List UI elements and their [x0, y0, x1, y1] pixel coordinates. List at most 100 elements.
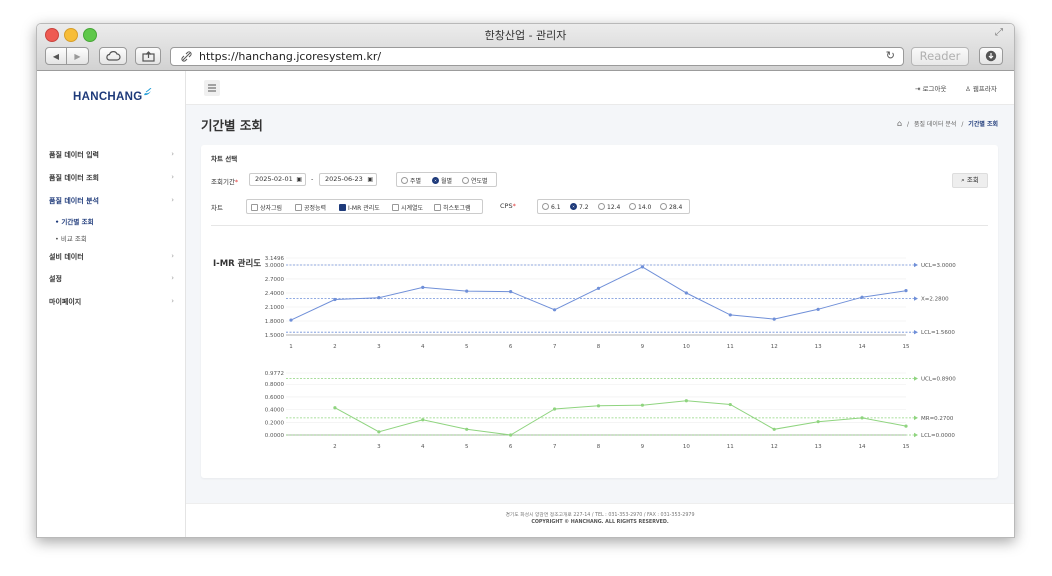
x-tick-label: 4 — [421, 444, 425, 450]
menu-toggle-button[interactable] — [204, 80, 220, 96]
data-point — [289, 318, 293, 322]
x-tick-label: 7 — [553, 444, 557, 450]
x-tick-label: 3 — [377, 344, 381, 350]
footer-address: 경기도 화성시 양감면 정조고개로 227-14 / TEL : 031-353… — [505, 513, 695, 518]
fullscreen-icon[interactable]: ⤢ — [995, 27, 1003, 38]
cps-option-7-2[interactable]: 7.2 — [570, 203, 589, 211]
y-tick-label: 0.4000 — [265, 408, 285, 414]
data-point — [772, 427, 776, 431]
sidebar-subitem-period[interactable]: • 기간별 조회 — [55, 216, 94, 226]
x-tick-label: 15 — [903, 344, 910, 350]
icloud-button[interactable] — [99, 47, 127, 65]
sidebar-item-label: 설비 데이터 — [49, 253, 84, 261]
sidebar-item-quality-view[interactable]: 품질 데이터 조회 › — [49, 173, 174, 183]
cps-option-6-1[interactable]: 6.1 — [542, 203, 561, 211]
data-point — [684, 399, 688, 403]
chart-option-timeseries[interactable]: 시계열도 — [392, 203, 423, 212]
reload-icon[interactable]: ↻ — [886, 49, 895, 62]
share-button[interactable] — [135, 47, 161, 65]
checkbox-icon — [392, 204, 399, 211]
sidebar-item-quality-input[interactable]: 품질 데이터 입력 › — [49, 150, 174, 160]
sidebar: HANCHANG 품질 데이터 입력 › 품질 데이터 조회 › 품질 데이터 분석… — [37, 71, 186, 537]
y-tick-label: 2.4000 — [265, 291, 285, 297]
chart-type-group: 상자그림 공정능력 I-MR 관리도 시계열도 히스토그램 — [246, 199, 483, 214]
data-point — [552, 308, 557, 312]
control-limit-label: X=2.2800 — [921, 297, 949, 303]
data-point — [596, 404, 601, 408]
browser-window: 한창산업 - 관리자 ⤢ ◀ ▶ https://hanchang.jcores… — [36, 23, 1015, 538]
user-menu[interactable]: ♙ 웹프라자 — [965, 83, 997, 93]
forward-button[interactable]: ▶ — [67, 47, 89, 65]
cps-option-12-4[interactable]: 12.4 — [598, 203, 620, 211]
date-to-input[interactable]: 2025-06-23 ▣ — [319, 173, 377, 186]
downloads-button[interactable] — [979, 47, 1003, 65]
back-button[interactable]: ◀ — [45, 47, 67, 65]
sidebar-item-label: 품질 데이터 조회 — [49, 174, 99, 182]
x-tick-label: 12 — [771, 444, 778, 450]
web-page: HANCHANG 품질 데이터 입력 › 품질 데이터 조회 › 품질 데이터 분석… — [37, 71, 1014, 537]
cps-option-14-0[interactable]: 14.0 — [629, 203, 651, 211]
section-title: 차트 선택 — [211, 155, 238, 163]
y-tick-label: 3.1496 — [265, 256, 285, 262]
address-bar[interactable]: https://hanchang.jcoresystem.kr/ ↻ — [170, 47, 904, 66]
chart-option-boxplot[interactable]: 상자그림 — [251, 203, 282, 212]
sidebar-item-label: 품질 데이터 입력 — [49, 151, 99, 159]
reader-button[interactable]: Reader — [911, 47, 969, 66]
logout-link[interactable]: ⇥ 로그아웃 — [915, 83, 946, 93]
data-point — [596, 286, 601, 290]
y-tick-label: 0.6000 — [265, 395, 285, 401]
sidebar-item-mypage[interactable]: 마이페이지 › — [49, 297, 174, 307]
chart-option-imr[interactable]: I-MR 관리도 — [339, 203, 380, 212]
option-label: 월별 — [441, 178, 453, 185]
page-title: 기간별 조회 — [201, 118, 263, 133]
option-label: 상자그림 — [260, 205, 283, 212]
data-point — [509, 289, 513, 294]
cps-option-28-4[interactable]: 28.4 — [660, 203, 682, 211]
sidebar-item-label: 마이페이지 — [49, 298, 82, 306]
period-option-weekly[interactable]: 주별 — [401, 176, 421, 185]
search-button[interactable]: ⌕ 조회 — [952, 173, 988, 188]
y-tick-label: 1.5000 — [265, 333, 285, 339]
search-icon: ⌕ — [961, 176, 965, 184]
cps-option-group: 6.1 7.2 12.4 14.0 28.4 — [537, 199, 690, 214]
form-divider — [211, 225, 988, 226]
checkbox-checked-icon — [339, 204, 346, 211]
chart-option-histogram[interactable]: 히스토그램 — [434, 203, 471, 212]
cps-label-text: CPS — [500, 202, 513, 210]
data-point — [552, 407, 557, 411]
breadcrumb: ⌂ / 품질 데이터 분석 / 기간별 조회 — [897, 119, 998, 128]
breadcrumb-current: 기간별 조회 — [968, 121, 998, 128]
data-point — [772, 317, 776, 321]
option-label: 연도별 — [471, 178, 488, 185]
chart-label: 차트 — [211, 204, 223, 212]
x-tick-label: 3 — [377, 444, 381, 450]
sidebar-item-equipment[interactable]: 설비 데이터 › — [49, 252, 174, 262]
sidebar-item-settings[interactable]: 설정 › — [49, 274, 174, 284]
sidebar-item-quality-analysis[interactable]: 품질 데이터 분석 › — [49, 196, 174, 206]
home-icon[interactable]: ⌂ — [897, 119, 902, 128]
x-tick-label: 14 — [859, 344, 866, 350]
date-to-value: 2025-06-23 — [325, 175, 363, 183]
option-label: 공정능력 — [304, 205, 327, 212]
chevron-right-icon: › — [171, 173, 174, 181]
period-option-yearly[interactable]: 연도별 — [462, 176, 488, 185]
chevron-right-icon: › — [171, 150, 174, 158]
period-option-monthly[interactable]: 월별 — [432, 176, 452, 185]
url-text: https://hanchang.jcoresystem.kr/ — [199, 50, 382, 63]
date-from-input[interactable]: 2025-02-01 ▣ — [249, 173, 306, 186]
radio-icon — [462, 177, 469, 184]
option-label: 28.4 — [669, 204, 683, 211]
x-tick-label: 5 — [465, 444, 469, 450]
y-tick-label: 3.0000 — [265, 263, 285, 269]
breadcrumb-parent[interactable]: 품질 데이터 분석 — [914, 121, 956, 128]
hanchang-logo[interactable]: HANCHANG — [73, 87, 153, 103]
share-icon — [141, 50, 155, 62]
control-limit-label: LCL=1.5600 — [921, 330, 955, 336]
chart-option-capability[interactable]: 공정능력 — [295, 203, 326, 212]
data-point — [816, 307, 820, 311]
logo-text: HANCHANG — [73, 91, 143, 103]
breadcrumb-separator: / — [961, 121, 964, 128]
x-tick-label: 11 — [727, 444, 734, 450]
x-tick-label: 12 — [771, 344, 778, 350]
sidebar-subitem-compare[interactable]: • 비교 조회 — [55, 233, 87, 243]
